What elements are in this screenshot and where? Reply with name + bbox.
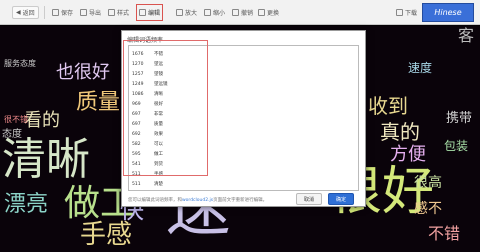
style-button[interactable]: 样式 bbox=[108, 6, 129, 19]
chevron-left-icon: ◀ bbox=[16, 9, 21, 16]
cloud-word: 服务态度 bbox=[4, 59, 36, 68]
replace-button[interactable]: 更换 bbox=[258, 6, 279, 19]
save-button[interactable]: 保存 bbox=[52, 6, 73, 19]
download-icon bbox=[396, 9, 403, 16]
cloud-word: 包装 bbox=[444, 139, 469, 153]
download-button[interactable]: 下载 bbox=[396, 6, 417, 19]
zoom-out-button[interactable]: 缩小 bbox=[204, 6, 225, 19]
cloud-word: 客 bbox=[458, 26, 475, 45]
cloud-word: 漂亮 bbox=[4, 192, 49, 217]
app-window: ◀ 返回 保存 导出 样式 编辑 放大 缩小 撤销 更换 下载 Hinese 清… bbox=[0, 0, 480, 252]
cloud-word: 态度 bbox=[2, 129, 22, 140]
cloud-word: 也很好 bbox=[56, 62, 110, 83]
cloud-word: 质量 bbox=[76, 90, 121, 115]
cancel-button[interactable]: 取消 bbox=[296, 193, 322, 205]
edit-icon bbox=[139, 9, 146, 16]
wordcloud-link[interactable]: wordcloud2.js bbox=[182, 198, 213, 203]
cloud-word: 携带 bbox=[446, 111, 473, 126]
zoom-out-icon bbox=[204, 9, 211, 16]
cloud-word: 很高 bbox=[414, 175, 442, 191]
dialog-hint: 您可以编辑此词语频率，和wordcloud2.js页面前文字重新进行编辑。 bbox=[128, 198, 268, 203]
undo-button[interactable]: 撤销 bbox=[232, 6, 253, 19]
replace-icon bbox=[258, 9, 265, 16]
list-item: 511 清楚 bbox=[132, 182, 163, 187]
zoom-in-button[interactable]: 放大 bbox=[176, 6, 197, 19]
export-button[interactable]: 导出 bbox=[80, 6, 101, 19]
export-icon bbox=[80, 9, 87, 16]
cloud-word: 很不错 bbox=[4, 115, 28, 124]
cloud-word: 感不 bbox=[414, 201, 442, 217]
cloud-word: 方便 bbox=[390, 144, 426, 165]
cloud-word: 收到 bbox=[368, 94, 408, 118]
save-icon bbox=[52, 9, 59, 16]
edit-button[interactable]: 编辑 bbox=[136, 4, 164, 21]
zoom-in-icon bbox=[176, 9, 183, 16]
back-button[interactable]: ◀ 返回 bbox=[12, 6, 39, 19]
cloud-word: 清晰 bbox=[2, 134, 90, 185]
toolbar: ◀ 返回 保存 导出 样式 编辑 放大 缩小 撤销 更换 下载 Hinese bbox=[0, 0, 480, 25]
style-icon bbox=[108, 9, 115, 16]
highlight-box bbox=[123, 40, 208, 176]
cloud-word: 不错 bbox=[428, 224, 461, 243]
confirm-button[interactable]: 确定 bbox=[328, 193, 354, 205]
cloud-word: 看的 bbox=[24, 110, 60, 131]
logo: Hinese bbox=[422, 3, 474, 22]
cloud-word: 真的 bbox=[380, 120, 420, 144]
cloud-word: 速度 bbox=[408, 61, 433, 75]
undo-icon bbox=[232, 9, 239, 16]
divider bbox=[44, 6, 45, 19]
cloud-word: 手感 bbox=[80, 220, 133, 250]
